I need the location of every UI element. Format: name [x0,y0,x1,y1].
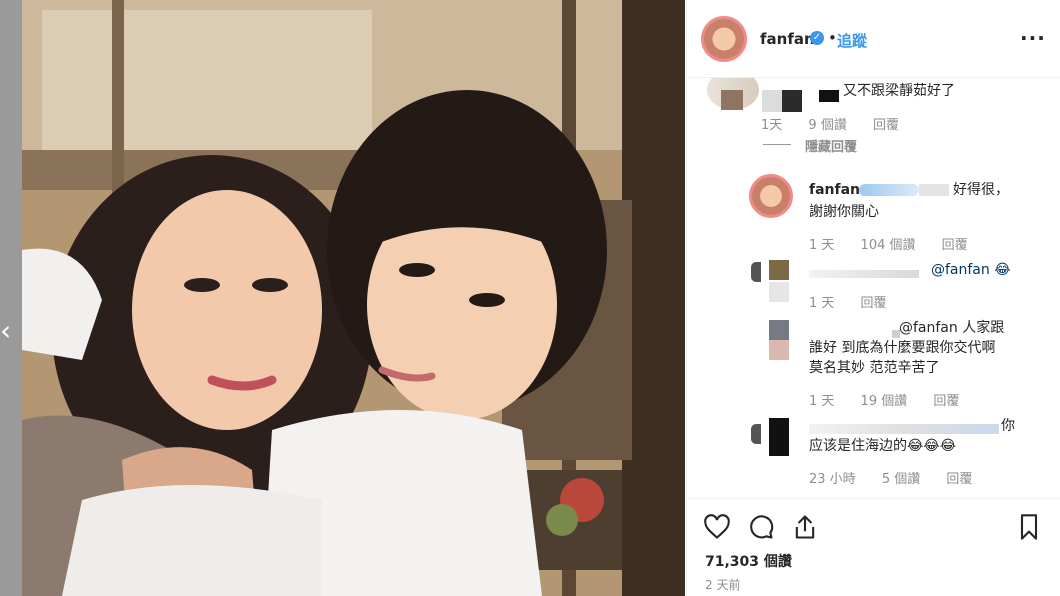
censored-avatar [769,260,789,280]
comment-likes[interactable]: 19 個讚 [861,394,908,409]
avatar[interactable] [749,174,793,218]
comment-time[interactable]: 1 天 [809,296,834,311]
reply-button[interactable]: 回覆 [861,296,887,311]
comment-username[interactable]: fanfan [809,180,860,200]
comment-meta: 1天 9 個讚 回覆 [761,114,921,133]
chevron-left-icon[interactable]: ‹ [0,316,14,346]
share-icon[interactable] [791,513,819,541]
censored-avatar [769,340,789,360]
instagram-post-viewer: ‹ fanfan ✓ • 追蹤 ··· 又不跟梁靜茹好了 1天 9 個讚 回覆 … [0,0,1060,596]
censored-avatar [769,320,789,340]
verified-badge-icon: ✓ [810,31,824,45]
comment-icon[interactable] [747,513,775,541]
comments-list: 又不跟梁靜茹好了 1天 9 個讚 回覆 隱藏回覆 fanfan 好得很， 謝謝你… [687,78,1060,498]
post-photo [22,0,685,596]
comment-meta: 1 天 19 個讚 回覆 [809,390,981,409]
separator-dot: • [828,29,837,47]
bookmark-icon[interactable] [1015,513,1043,541]
censored-username [782,90,802,112]
avatar[interactable] [751,262,761,282]
censored-avatar [769,282,789,302]
post-actions: 71,303 個讚 2 天前 [687,498,1060,596]
avatar[interactable] [751,424,761,444]
post-timestamp[interactable]: 2 天前 [705,576,740,593]
heart-icon[interactable] [703,513,731,541]
censored-username [859,184,919,196]
comment-time[interactable]: 23 小時 [809,472,856,487]
comment-text: 你 [1001,418,1015,434]
comment-text: 又不跟梁靜茹好了 [843,83,955,99]
reply-button[interactable]: 回覆 [942,238,968,253]
avatar[interactable] [701,16,747,62]
comment-likes[interactable]: 9 個讚 [808,118,846,133]
post-header: fanfan ✓ • 追蹤 ··· [687,0,1060,78]
comment-text: 莫名其妙 范范辛苦了 [809,360,940,376]
divider [763,144,791,145]
censored-avatar [769,418,789,456]
comment-text: 好得很， [953,182,1009,198]
comment-text: 誰好 到底為什麼要跟你交代啊 [809,340,996,356]
comment-time[interactable]: 1天 [761,118,782,133]
comment-text: @fanfan 人家跟 [899,320,1005,336]
follow-button[interactable]: 追蹤 [837,30,867,51]
comment-likes[interactable]: 104 個讚 [861,238,916,253]
censored-username [809,424,999,434]
censored-username [762,90,782,112]
comment-likes[interactable]: 5 個讚 [882,472,920,487]
selfie-illustration [22,0,685,596]
post-side-panel: fanfan ✓ • 追蹤 ··· 又不跟梁靜茹好了 1天 9 個讚 回覆 隱藏… [686,0,1060,596]
comment-meta: 1 天 回覆 [809,292,909,311]
censored-avatar [721,90,743,110]
comment-text: @fanfan 😂 [931,262,1011,278]
comment-text: 謝謝你關心 [809,204,879,220]
reply-button[interactable]: 回覆 [946,472,972,487]
likes-count[interactable]: 71,303 個讚 [705,551,792,571]
comment-meta: 1 天 104 個讚 回覆 [809,234,990,253]
censored-username [809,270,919,278]
comment-meta: 23 小時 5 個讚 回覆 [809,468,994,487]
reply-button[interactable]: 回覆 [933,394,959,409]
comment-text: 应该是住海边的😂😂😂 [809,438,957,454]
comment-time[interactable]: 1 天 [809,238,834,253]
reply-button[interactable]: 回覆 [873,118,899,133]
censored-username [919,184,949,196]
comment-time[interactable]: 1 天 [809,394,834,409]
modal-backdrop: ‹ [0,0,22,596]
censored-username [819,90,839,102]
hide-replies-button[interactable]: 隱藏回覆 [805,136,857,155]
more-options-icon[interactable]: ··· [1020,26,1046,50]
post-username[interactable]: fanfan [760,30,815,48]
